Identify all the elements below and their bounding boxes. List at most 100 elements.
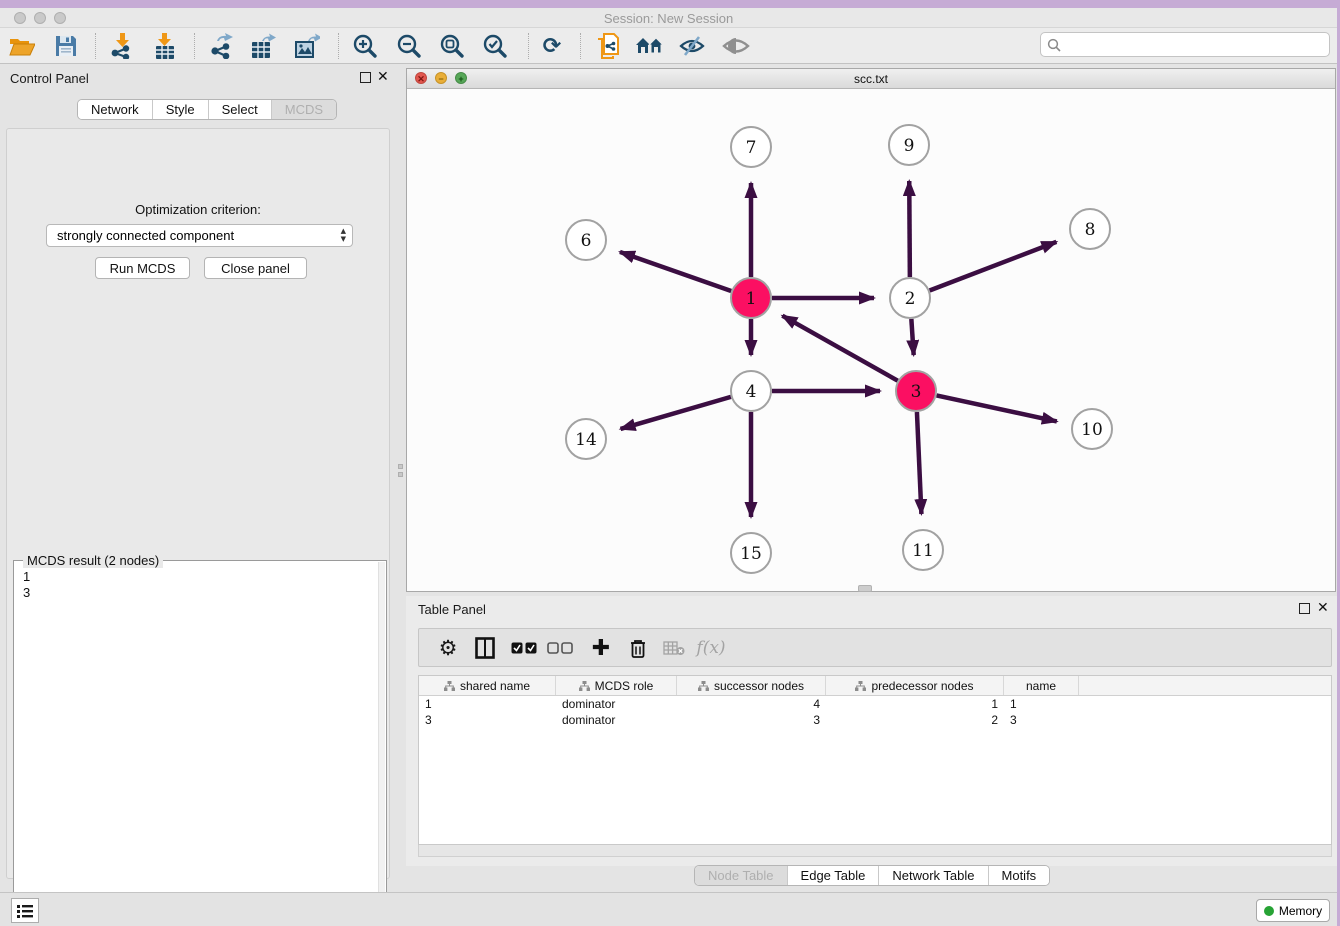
delete-table-icon[interactable] [658,631,690,665]
graph-edge-1-6[interactable] [620,252,731,291]
mcds-result-item: 1 [23,569,30,585]
task-history-button[interactable] [11,898,39,923]
mcds-result-box: MCDS result (2 nodes) 1 3 [13,560,387,926]
cell-successor-nodes[interactable]: 3 [677,712,826,728]
search-input[interactable] [1066,37,1329,52]
show-elements-icon[interactable] [719,30,753,62]
criterion-dropdown[interactable]: strongly connected component ▲▼ [46,224,353,247]
graph-node-label-14: 14 [575,430,597,450]
control-panel-tabs: Network Style Select MCDS [77,99,337,120]
table-panel-close-icon[interactable]: ✕ [1317,603,1329,614]
mcds-result-title: MCDS result (2 nodes) [23,553,163,568]
search-field[interactable] [1040,32,1330,57]
column-header-successor-nodes[interactable]: successor nodes [677,676,826,695]
tab-mcds[interactable]: MCDS [272,100,336,119]
graph-node-label-1: 1 [746,289,757,309]
cell-successor-nodes[interactable]: 4 [677,696,826,712]
export-network-icon[interactable] [205,30,239,62]
add-column-icon[interactable]: ✚ [585,631,617,665]
cell-mcds-role[interactable]: dominator [556,696,677,712]
control-panel-float-icon[interactable] [360,72,371,83]
network-bottom-splitter-handle[interactable] [858,585,872,592]
mcds-result-item: 3 [23,585,30,601]
column-header-shared-name[interactable]: shared name [419,676,556,695]
network-view-window: ✕ − + scc.txt 7968124314101511 [406,68,1336,592]
graph-edge-2-3[interactable] [911,319,913,355]
gear-icon[interactable]: ⚙ [432,631,464,665]
import-network-icon[interactable] [105,30,139,62]
export-table-icon[interactable] [246,30,280,62]
list-icon [17,904,33,918]
memory-status-icon [1264,906,1274,916]
tab-edge-table[interactable]: Edge Table [788,866,880,885]
tab-style[interactable]: Style [153,100,209,119]
home-icon[interactable] [633,30,667,62]
import-table-icon[interactable] [148,30,182,62]
cell-predecessor-nodes[interactable]: 1 [826,696,1004,712]
zoom-in-icon[interactable] [348,30,382,62]
export-image-icon[interactable] [290,30,324,62]
column-header-name[interactable]: name [1004,676,1079,695]
open-folder-icon[interactable] [5,30,39,62]
graph-node-label-7: 7 [746,138,757,158]
network-graph-canvas[interactable]: 7968124314101511 [407,89,1335,591]
zoom-fit-icon[interactable] [435,30,469,62]
application-window: Session: New Session [0,8,1337,926]
cell-shared-name[interactable]: 1 [419,696,556,712]
mcds-result-list: 1 3 [23,569,30,601]
tab-network[interactable]: Network [78,100,153,119]
result-scrollbar[interactable] [378,562,385,926]
shared-column-icon [579,681,590,691]
control-panel-close-icon[interactable]: ✕ [377,72,389,83]
table-row[interactable]: 1 dominator 4 1 1 [419,696,1331,712]
toolbar-separator [528,33,529,59]
chevron-up-down-icon: ▲▼ [341,227,346,243]
cell-name[interactable]: 3 [1004,712,1079,728]
refresh-icon[interactable]: ⟳ [535,30,569,62]
table-tabs: Node Table Edge Table Network Table Moti… [694,865,1050,886]
graph-edge-2-8[interactable] [930,242,1057,291]
run-mcds-button[interactable]: Run MCDS [95,257,190,279]
select-all-icon[interactable] [508,631,540,665]
node-table: shared name MCDS role successor nodes pr… [418,675,1332,845]
close-panel-button[interactable]: Close panel [204,257,307,279]
tab-select[interactable]: Select [209,100,272,119]
save-icon[interactable] [49,30,83,62]
graph-node-label-11: 11 [912,541,934,561]
duplicate-network-icon[interactable] [591,30,625,62]
column-header-mcds-role[interactable]: MCDS role [556,676,677,695]
deselect-all-icon[interactable] [544,631,576,665]
graph-edge-3-11[interactable] [917,412,921,514]
table-header-row: shared name MCDS role successor nodes pr… [419,676,1331,696]
zoom-out-icon[interactable] [392,30,426,62]
cell-shared-name[interactable]: 3 [419,712,556,728]
graph-edge-4-14[interactable] [621,397,731,429]
memory-button[interactable]: Memory [1256,899,1330,922]
mcds-panel: Optimization criterion: strongly connect… [6,128,390,879]
window-title: Session: New Session [0,11,1337,26]
column-header-predecessor-nodes[interactable]: predecessor nodes [826,676,1004,695]
tab-network-table[interactable]: Network Table [879,866,988,885]
table-panel-float-icon[interactable] [1299,603,1310,614]
hide-elements-icon[interactable] [675,30,709,62]
zoom-selected-icon[interactable] [478,30,512,62]
status-bar: Memory [0,892,1337,926]
graph-node-label-10: 10 [1081,420,1103,440]
tab-node-table[interactable]: Node Table [695,866,788,885]
table-row[interactable]: 3 dominator 3 2 3 [419,712,1331,728]
tab-motifs[interactable]: Motifs [989,866,1050,885]
graph-node-label-15: 15 [740,544,762,564]
toolbar-separator [580,33,581,59]
graph-edge-3-1[interactable] [782,316,897,381]
table-horizontal-scrollbar[interactable] [418,845,1332,857]
panel-splitter-handle[interactable] [397,456,404,484]
cell-mcds-role[interactable]: dominator [556,712,677,728]
delete-icon[interactable] [622,631,654,665]
cell-predecessor-nodes[interactable]: 2 [826,712,1004,728]
graph-edge-3-10[interactable] [937,395,1057,421]
network-window-titlebar: ✕ − + scc.txt [407,69,1335,89]
function-builder-icon[interactable]: f(x) [695,631,727,665]
graph-edge-2-9[interactable] [909,181,910,277]
column-layout-icon[interactable] [469,631,501,665]
cell-name[interactable]: 1 [1004,696,1079,712]
